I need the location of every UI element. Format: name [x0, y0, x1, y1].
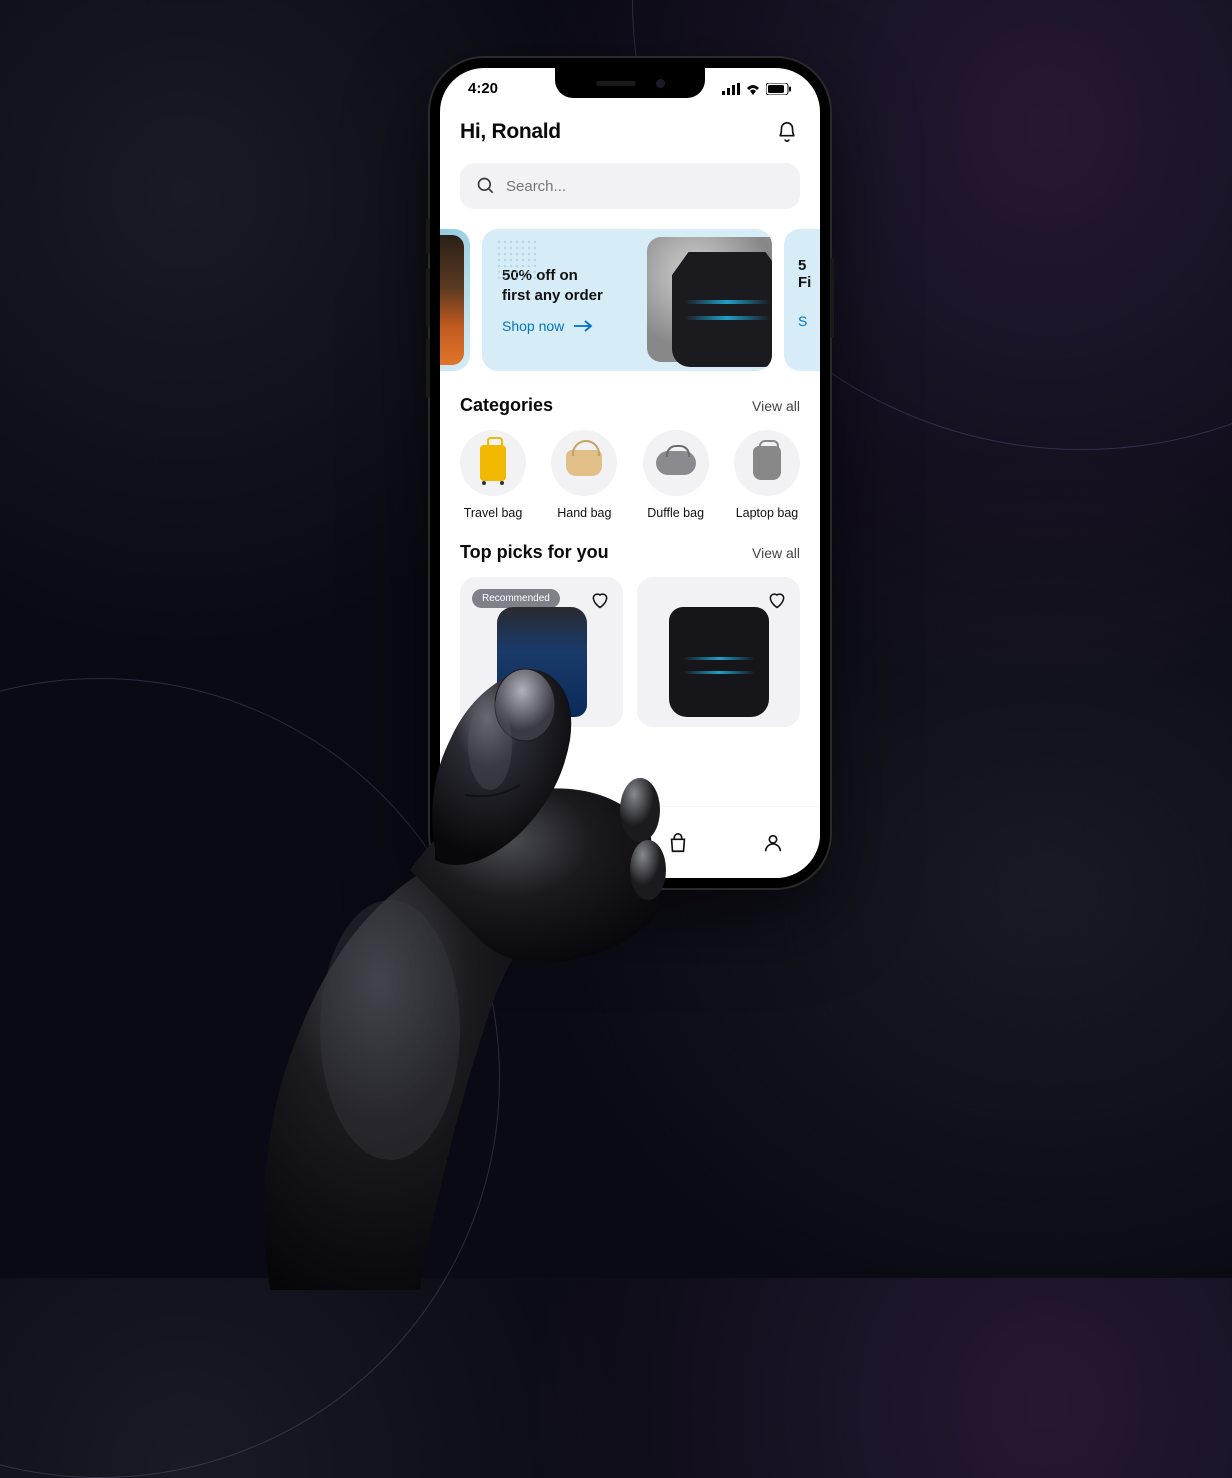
categories-view-all[interactable]: View all	[752, 398, 800, 414]
decorative-arc	[0, 678, 500, 1478]
categories-row: Travel bag Hand bag Duffle bag Laptop ba…	[440, 430, 820, 536]
top-picks-title: Top picks for you	[460, 542, 609, 563]
greeting-text: Hi, Ronald	[460, 120, 561, 144]
top-picks-header: Top picks for you View all	[440, 536, 820, 577]
handbag-icon	[566, 450, 602, 476]
recommended-badge: Recommended	[472, 589, 560, 608]
promo-card-next[interactable]: 5 Fi S	[784, 229, 820, 371]
category-label: Hand bag	[557, 506, 611, 520]
shop-now-link[interactable]: Shop now	[502, 318, 603, 334]
category-travel-bag[interactable]: Travel bag	[460, 430, 526, 520]
nav-cart[interactable]	[630, 807, 725, 878]
promo-title-peek: 5 Fi	[798, 257, 811, 291]
product-card[interactable]	[637, 577, 800, 727]
top-picks-view-all[interactable]: View all	[752, 545, 800, 561]
bottom-nav: Home	[440, 806, 820, 878]
notch	[555, 68, 705, 98]
category-label: Laptop bag	[736, 506, 799, 520]
search-icon	[476, 176, 496, 196]
promo-cta-peek: S	[798, 313, 807, 329]
arrow-right-icon	[574, 320, 594, 332]
duffle-icon	[656, 451, 696, 475]
app-header: Hi, Ronald	[440, 101, 820, 157]
suitcase-icon	[480, 445, 506, 481]
promo-card-main[interactable]: 50% off on first any order Shop now	[482, 229, 772, 371]
side-button	[426, 218, 430, 254]
battery-icon	[766, 83, 792, 95]
side-button	[830, 258, 834, 338]
category-label: Duffle bag	[647, 506, 704, 520]
cellular-icon	[722, 83, 740, 95]
category-hand-bag[interactable]: Hand bag	[551, 430, 617, 520]
product-card[interactable]: Recommended	[460, 577, 623, 727]
notifications-button[interactable]	[774, 119, 800, 145]
nav-home[interactable]: Home	[440, 807, 535, 878]
category-laptop-bag[interactable]: Laptop bag	[734, 430, 800, 520]
status-icons	[722, 83, 792, 95]
nav-profile[interactable]	[725, 807, 820, 878]
home-icon	[477, 825, 499, 847]
top-picks-row: Recommended	[440, 577, 820, 727]
categories-title: Categories	[460, 395, 553, 416]
category-label: Travel bag	[464, 506, 523, 520]
product-image	[482, 607, 602, 727]
search-input[interactable]	[506, 178, 784, 195]
status-time: 4:20	[468, 80, 498, 97]
search-bar[interactable]	[460, 163, 800, 209]
promo-image	[440, 235, 464, 365]
promo-card-prev[interactable]	[440, 229, 470, 371]
categories-header: Categories View all	[440, 389, 820, 430]
backpack-icon	[753, 446, 781, 480]
bell-icon	[776, 121, 798, 143]
phone-screen: 4:20 Hi, Ronald	[440, 68, 820, 878]
heart-icon	[572, 832, 594, 854]
side-button	[426, 338, 430, 398]
phone-frame: 4:20 Hi, Ronald	[430, 58, 830, 888]
nav-favorites[interactable]	[535, 807, 630, 878]
product-image	[659, 607, 779, 727]
category-duffle-bag[interactable]: Duffle bag	[643, 430, 709, 520]
bag-icon	[667, 832, 689, 854]
promo-carousel[interactable]: 50% off on first any order Shop now 5 Fi…	[440, 223, 820, 389]
promo-cta-label: Shop now	[502, 318, 564, 334]
wifi-icon	[745, 83, 761, 95]
promo-image	[647, 237, 772, 362]
user-icon	[762, 832, 784, 854]
side-button	[426, 268, 430, 328]
decorative-dots	[496, 239, 536, 279]
